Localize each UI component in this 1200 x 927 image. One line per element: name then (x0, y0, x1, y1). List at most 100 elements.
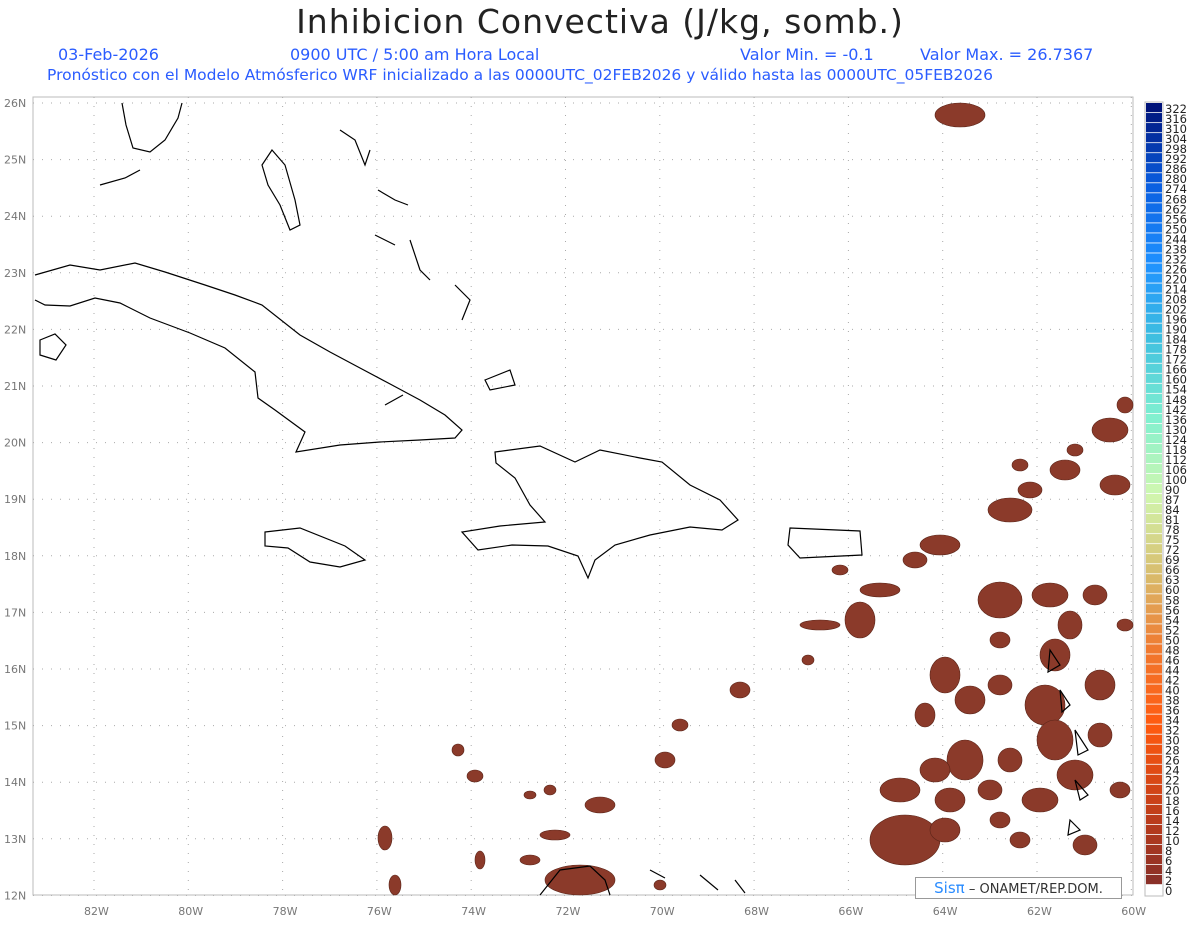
colorbar-swatch (1146, 363, 1162, 373)
colorbar-swatch (1146, 123, 1162, 133)
credit-text: – ONAMET/REP.DOM. (968, 882, 1103, 897)
cin-region (869, 814, 941, 866)
cin-region (1049, 459, 1081, 481)
colorbar-swatch (1146, 884, 1162, 895)
coast-hispaniola (460, 445, 739, 580)
coast-cuba (34, 262, 463, 453)
colorbar-swatch (1146, 714, 1162, 724)
colorbar-swatch (1146, 243, 1162, 253)
colorbar-swatch (1146, 223, 1162, 233)
colorbar-swatch (1146, 804, 1162, 814)
cin-region (879, 777, 921, 803)
cin-region (474, 850, 486, 870)
colorbar-swatch (1146, 203, 1162, 213)
cin-region (1109, 781, 1131, 799)
colorbar-swatch (1146, 233, 1162, 243)
coast-florida (121, 102, 183, 153)
cin-region (1116, 618, 1134, 632)
colorbar-swatch (1146, 784, 1162, 794)
colorbar-swatch (1146, 473, 1162, 484)
colorbar-swatch (1146, 684, 1162, 694)
cin-region (914, 702, 936, 728)
cin-region (929, 817, 961, 843)
lat-label: 21N (4, 380, 26, 393)
cin-region (1084, 669, 1116, 701)
cin-region (954, 685, 986, 715)
cin-region (902, 551, 928, 569)
colorbar-swatch (1146, 864, 1162, 875)
lat-label: 13N (4, 833, 26, 846)
colorbar-swatch (1146, 584, 1162, 594)
colorbar-label: 0 (1165, 884, 1172, 898)
colorbar-swatch (1146, 323, 1162, 333)
cin-region (1017, 481, 1043, 499)
colorbar-swatch (1146, 874, 1162, 885)
cin-region (987, 497, 1033, 523)
colorbar: 3223163103042982922862802742682622562502… (1144, 101, 1187, 898)
colorbar-swatch (1146, 704, 1162, 714)
colorbar-swatch (1146, 193, 1162, 203)
cin-region (1057, 610, 1083, 640)
colorbar-swatch (1146, 163, 1162, 173)
colorbar-swatch (1146, 413, 1162, 424)
colorbar-swatch (1146, 734, 1162, 744)
lat-label: 23N (4, 267, 26, 280)
colorbar-swatch (1146, 133, 1162, 143)
colorbar-swatch (1146, 313, 1162, 323)
colorbar-swatch (1146, 343, 1162, 353)
cin-region (519, 854, 541, 866)
colorbar-swatch (1146, 774, 1162, 784)
colorbar-swatch (1146, 463, 1162, 474)
cin-region (377, 825, 393, 851)
cin-field (377, 102, 1134, 896)
colorbar-swatch (1146, 293, 1162, 303)
lon-label: 82W (84, 905, 109, 918)
map-canvas: 26N 25N 24N 23N 22N 21N 20N 19N 18N 17N 16N 15N 14N 1… (4, 96, 1187, 918)
cin-region (451, 743, 465, 757)
colorbar-swatch (1146, 173, 1162, 183)
colorbar-swatch (1146, 383, 1162, 393)
lon-label: 80W (178, 905, 203, 918)
colorbar-swatch (1146, 514, 1162, 524)
lon-label: 78W (273, 905, 298, 918)
lon-label: 70W (650, 905, 675, 918)
cin-region (1009, 831, 1031, 849)
coast-puerto-rico (787, 527, 863, 559)
weather-map-figure: Inhibicion Convectiva (J/kg, somb.) 03-F… (0, 0, 1200, 927)
colorbar-swatch (1146, 624, 1162, 634)
cin-region (1021, 787, 1059, 813)
coast-bahamas (99, 129, 516, 406)
cin-region (929, 656, 961, 694)
lat-label: 25N (4, 154, 26, 167)
colorbar-swatch (1146, 353, 1162, 363)
colorbar-swatch (1146, 834, 1162, 845)
colorbar-swatch (1146, 614, 1162, 624)
colorbar-swatch (1146, 504, 1162, 514)
colorbar-swatch (1146, 604, 1162, 614)
cin-region (654, 751, 676, 769)
cin-region (946, 739, 984, 781)
colorbar-swatch (1146, 564, 1162, 574)
lon-label: 62W (1027, 905, 1052, 918)
colorbar-swatch (1146, 524, 1162, 534)
colorbar-swatch (1146, 213, 1162, 223)
colorbar-swatch (1146, 103, 1162, 113)
cin-region (584, 796, 616, 814)
coast-andros (261, 149, 301, 231)
cin-region (1087, 722, 1113, 748)
colorbar-swatch (1146, 794, 1162, 804)
lat-label: 22N (4, 323, 26, 336)
cin-region (799, 619, 841, 631)
colorbar-swatch (1146, 143, 1162, 153)
colorbar-swatch (1146, 634, 1162, 644)
lon-label: 68W (744, 905, 769, 918)
cin-region (1056, 759, 1094, 791)
cin-region (844, 601, 876, 639)
cin-region (1011, 458, 1029, 472)
colorbar-swatch (1146, 453, 1162, 464)
lat-label: 14N (4, 776, 26, 789)
cin-region (523, 790, 537, 800)
colorbar-swatch (1146, 754, 1162, 764)
cin-region (1031, 582, 1069, 608)
lat-label: 17N (4, 606, 26, 619)
